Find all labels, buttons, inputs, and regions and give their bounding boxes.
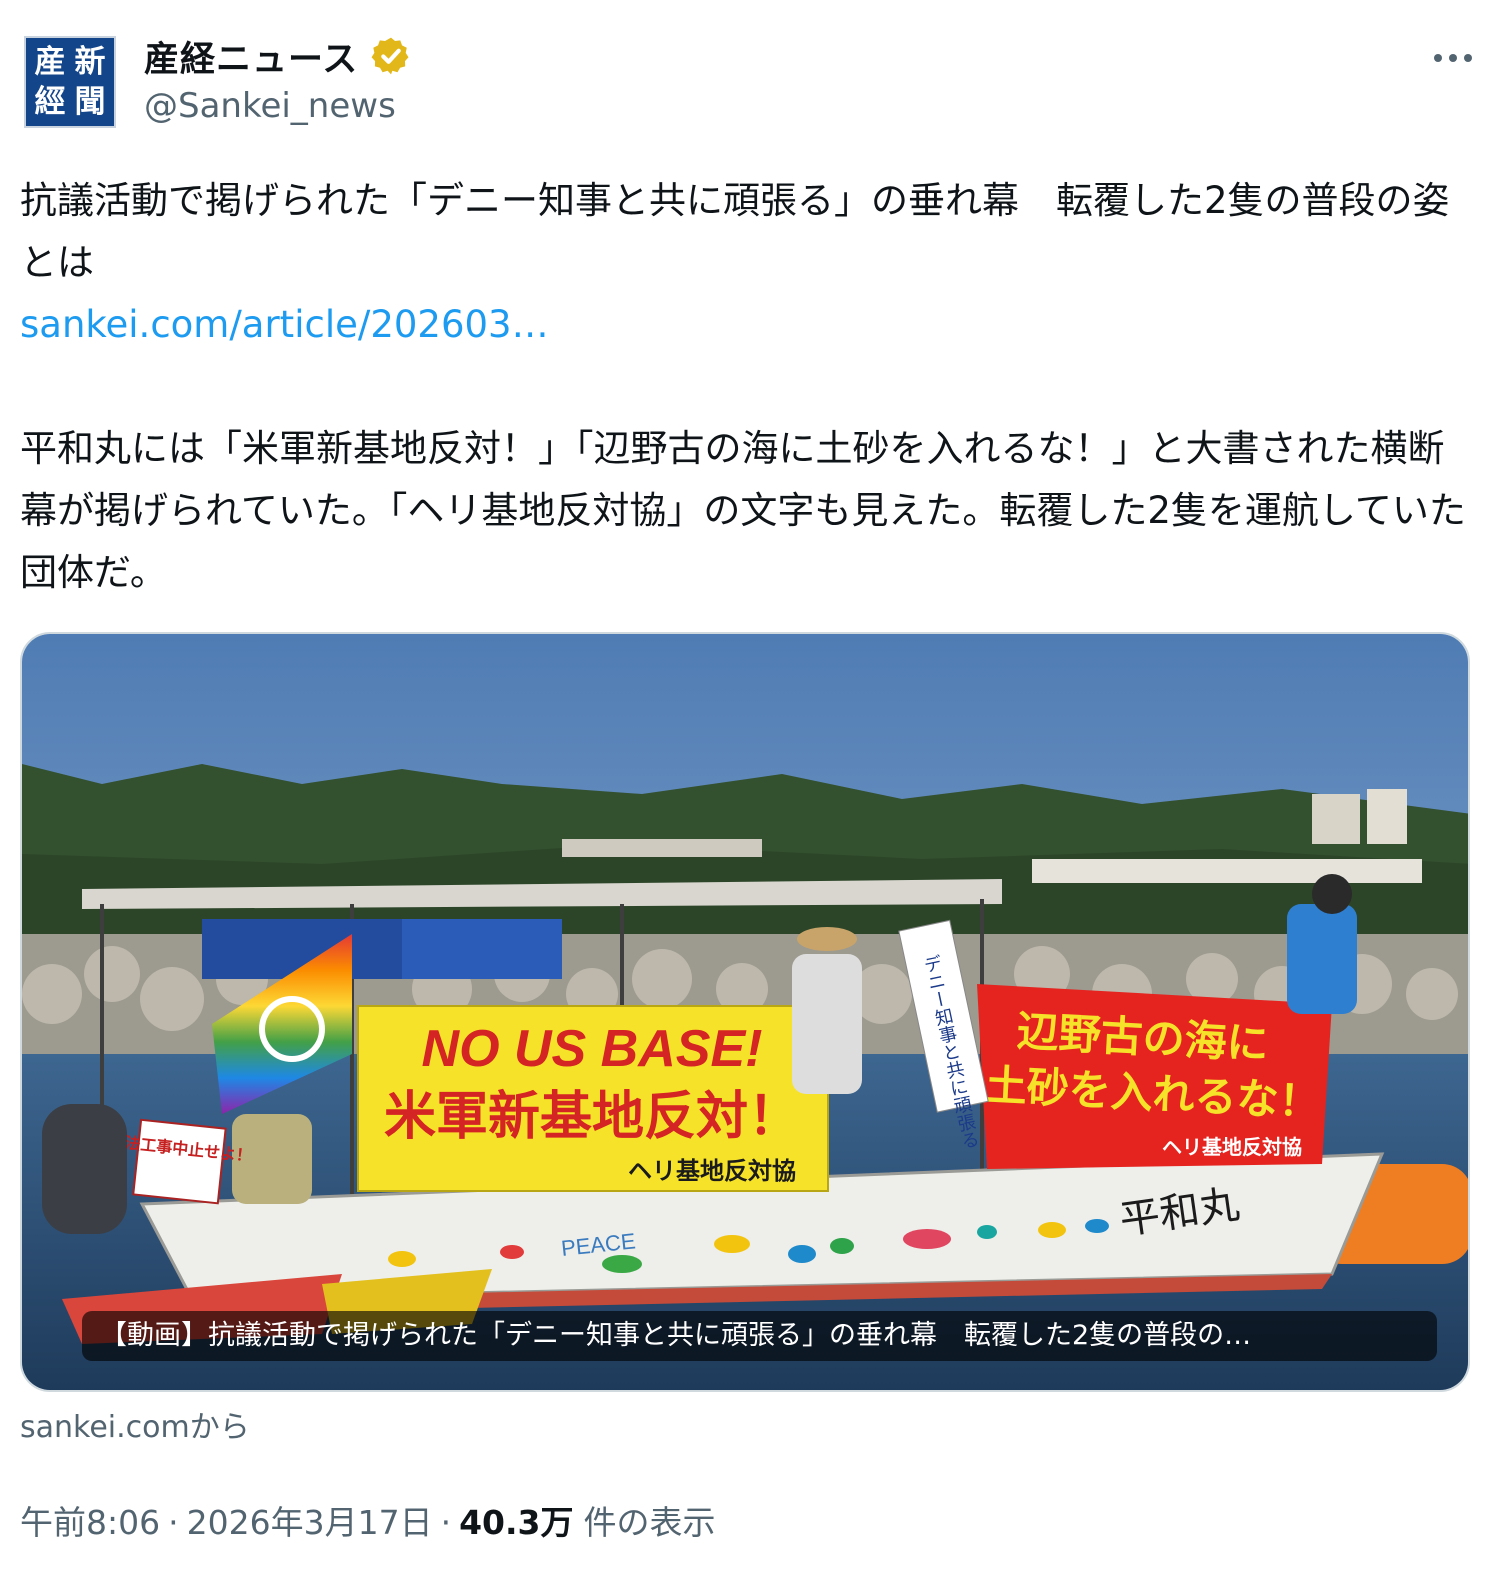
- yellow-banner-line2: 米軍新基地反対！: [384, 1087, 800, 1147]
- avatar-char: 新: [74, 43, 106, 80]
- post-date[interactable]: 2026年3月17日: [187, 1496, 433, 1544]
- truck: [402, 919, 562, 979]
- outboard-motor: [42, 1104, 127, 1234]
- post-headline: 抗議活動で掲げられた「デニー知事と共に頑張る」の垂れ幕 転覆した2隻の普段の姿と…: [20, 179, 1450, 284]
- post-paragraph: 平和丸には「米軍新基地反対！」「辺野古の海に土砂を入れるな！」と大書された横断幕…: [20, 427, 1466, 594]
- media-caption: 【動画】抗議活動で掲げられた「デニー知事と共に頑張る」の垂れ幕 転覆した2隻の普…: [82, 1311, 1437, 1361]
- verified-badge-icon: [371, 37, 409, 75]
- building: [1312, 794, 1360, 844]
- post-text: 抗議活動で掲げられた「デニー知事と共に頑張る」の垂れ幕 転覆した2隻の普段の姿と…: [20, 170, 1480, 604]
- view-count: 40.3万: [459, 1503, 574, 1542]
- more-horizontal-icon: [1464, 54, 1472, 62]
- post-meta: 午前8:06 · 2026年3月17日 · 40.3万 件の表示: [20, 1496, 716, 1544]
- avatar-char: 經: [34, 83, 66, 120]
- avatar[interactable]: 産 新 經 聞: [24, 36, 116, 128]
- building: [1032, 859, 1422, 883]
- view-count-label: 件の表示: [583, 1503, 716, 1542]
- author-name-row[interactable]: 産経ニュース: [144, 34, 412, 80]
- building: [1367, 789, 1407, 844]
- yellow-banner-line1: NO US BASE!: [422, 1020, 763, 1078]
- yellow-banner-line3: ヘリ基地反対協: [628, 1157, 796, 1185]
- protest-sign: [132, 1118, 227, 1205]
- more-horizontal-icon: [1449, 54, 1457, 62]
- avatar-char: 聞: [74, 83, 106, 120]
- media-card[interactable]: PEACE 平和丸 NO US BASE! 米軍新基地反対！ ヘリ基地反対協 辺…: [20, 632, 1470, 1392]
- author-name[interactable]: 産経ニュース: [144, 31, 358, 82]
- avatar-char: 産: [34, 43, 66, 80]
- more-horizontal-icon: [1434, 54, 1442, 62]
- meta-separator: ·: [440, 1503, 452, 1542]
- link-source[interactable]: sankei.comから: [20, 1402, 250, 1446]
- post-time[interactable]: 午前8:06: [20, 1496, 160, 1544]
- more-options-button[interactable]: [1424, 38, 1482, 78]
- building: [562, 839, 762, 857]
- article-link[interactable]: sankei.com/article/202603…: [20, 303, 549, 346]
- author-handle[interactable]: @Sankei_news: [144, 86, 396, 126]
- meta-separator: ·: [168, 1503, 179, 1542]
- media-photo: PEACE 平和丸 NO US BASE! 米軍新基地反対！ ヘリ基地反対協 辺…: [22, 634, 1468, 1390]
- red-banner-line3: ヘリ基地反対協: [1162, 1135, 1302, 1159]
